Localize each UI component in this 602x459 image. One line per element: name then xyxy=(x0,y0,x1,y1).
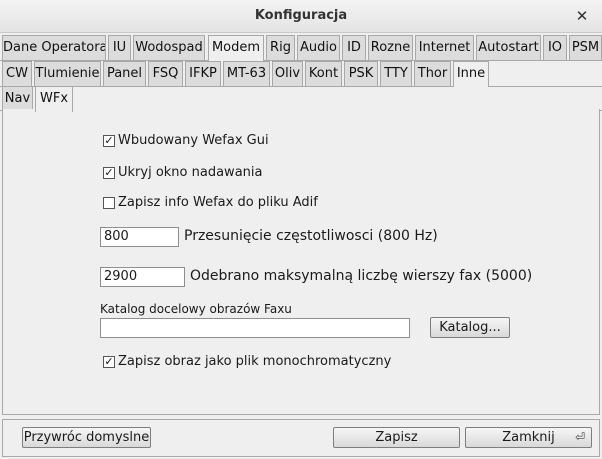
tab-nav[interactable]: Nav xyxy=(2,86,33,111)
restore-defaults-button[interactable]: Przywróc domyslne xyxy=(22,427,151,448)
tab-fsq[interactable]: FSQ xyxy=(148,61,183,86)
tab-audio[interactable]: Audio xyxy=(297,35,340,60)
tab-dane-operatora[interactable]: Dane Operatora xyxy=(2,35,106,60)
tab-row-modem: CW Tlumienie Panel FSQ IFKP MT-63 Oliv K… xyxy=(0,61,602,87)
tab-oliv[interactable]: Oliv xyxy=(272,61,303,86)
tab-id[interactable]: ID xyxy=(342,35,366,60)
tab-cw[interactable]: CW xyxy=(2,61,32,86)
window-title: Konfiguracja xyxy=(254,8,348,23)
footer-bar: Przywróc domyslne Zapisz Zamknij ⏎ xyxy=(2,419,600,457)
hide-tx-window-check-icon[interactable]: ✓ xyxy=(103,166,115,179)
browse-dir-button[interactable]: Katalog... xyxy=(430,317,510,338)
tab-modem[interactable]: Modem xyxy=(208,35,264,61)
title-bar: Konfiguracja ✕ xyxy=(0,0,602,33)
tab-mt-63[interactable]: MT-63 xyxy=(223,61,270,86)
tab-psk[interactable]: PSK xyxy=(344,61,378,86)
max-rows-input[interactable]: 2900 xyxy=(100,267,185,287)
builtin-gui-check-icon[interactable]: ✓ xyxy=(103,134,115,147)
tab-row-inne: Nav WFx xyxy=(0,86,602,112)
max-rows-label: Odebrano maksymalną liczbę wierszy fax (… xyxy=(190,268,533,284)
tab-kont[interactable]: Kont xyxy=(305,61,342,86)
save-mono-check-icon[interactable]: ✓ xyxy=(103,355,115,368)
close-button[interactable]: Zamknij ⏎ xyxy=(465,427,592,448)
return-icon: ⏎ xyxy=(574,430,585,444)
dest-dir-input[interactable] xyxy=(100,318,410,338)
tab-rig[interactable]: Rig xyxy=(266,35,295,60)
tab-wfx[interactable]: WFx xyxy=(35,86,73,112)
tab-rozne[interactable]: Rozne xyxy=(368,35,413,60)
save-info-adif-checkbox[interactable]: Zapisz info Wefax do pliku Adif xyxy=(103,195,318,210)
tab-ifkp[interactable]: IFKP xyxy=(185,61,221,86)
tab-tty[interactable]: TTY xyxy=(380,61,412,86)
tab-thor[interactable]: Thor xyxy=(414,61,451,86)
tab-autostart[interactable]: Autostart xyxy=(476,35,541,60)
dest-dir-label: Katalog docelowy obrazów Faxu xyxy=(100,302,292,316)
close-button-label: Zamknij xyxy=(502,430,555,445)
hide-tx-window-label: Ukryj okno nadawania xyxy=(118,165,263,180)
save-info-adif-check-icon[interactable] xyxy=(103,196,115,209)
hide-tx-window-checkbox[interactable]: ✓ Ukryj okno nadawania xyxy=(103,165,262,180)
tab-psm[interactable]: PSM xyxy=(569,35,602,60)
tab-inne[interactable]: Inne xyxy=(453,61,489,87)
tab-panel[interactable]: Panel xyxy=(103,61,146,86)
wfx-settings-panel: ✓ Wbudowany Wefax Gui ✓ Ukryj okno nadaw… xyxy=(2,109,600,415)
save-mono-label: Zapisz obraz jako plik monochromatyczny xyxy=(118,354,392,369)
tab-iu[interactable]: IU xyxy=(108,35,131,60)
builtin-gui-label: Wbudowany Wefax Gui xyxy=(118,133,269,148)
freq-shift-input[interactable]: 800 xyxy=(100,227,179,247)
tab-wodospad[interactable]: Wodospad xyxy=(133,35,205,60)
save-mono-checkbox[interactable]: ✓ Zapisz obraz jako plik monochromatyczn… xyxy=(103,354,391,369)
close-icon[interactable]: ✕ xyxy=(574,7,590,25)
freq-shift-label: Przesunięcie częstotliwosci (800 Hz) xyxy=(184,228,438,244)
builtin-gui-checkbox[interactable]: ✓ Wbudowany Wefax Gui xyxy=(103,133,269,148)
save-button[interactable]: Zapisz xyxy=(333,427,460,448)
tab-tlumienie[interactable]: Tlumienie xyxy=(34,61,101,86)
save-info-adif-label: Zapisz info Wefax do pliku Adif xyxy=(118,195,318,210)
tab-internet[interactable]: Internet xyxy=(415,35,474,60)
tab-row-main: Dane Operatora IU Wodospad Modem Rig Aud… xyxy=(0,35,602,61)
tab-io[interactable]: IO xyxy=(543,35,567,60)
